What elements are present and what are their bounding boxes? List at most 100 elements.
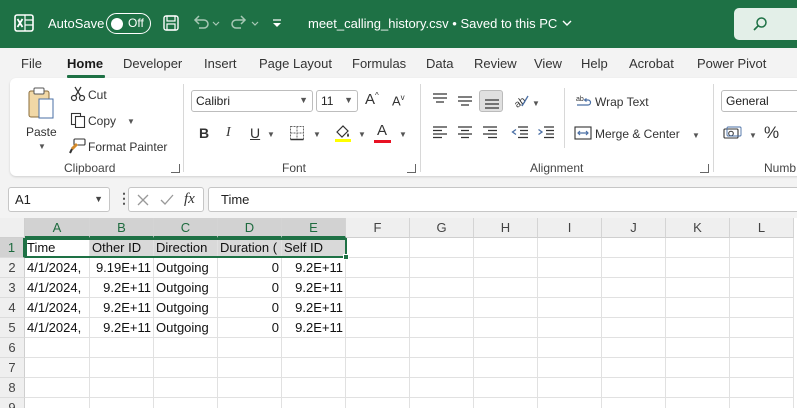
cell-c4[interactable]: Outgoing xyxy=(154,298,218,318)
cell-g1[interactable] xyxy=(410,238,474,258)
align-right-icon[interactable] xyxy=(482,126,498,139)
number-format-select[interactable]: General xyxy=(721,90,797,112)
cell-f4[interactable] xyxy=(346,298,410,318)
cell-e9[interactable] xyxy=(282,398,346,408)
save-icon[interactable] xyxy=(160,12,182,34)
cell-f8[interactable] xyxy=(346,378,410,398)
align-left-icon[interactable] xyxy=(432,126,448,139)
format-painter-label[interactable]: Format Painter xyxy=(88,140,167,154)
cell-e6[interactable] xyxy=(282,338,346,358)
cell-a7[interactable] xyxy=(25,358,90,378)
tab-developer[interactable]: Developer xyxy=(123,56,182,71)
cell-a9[interactable] xyxy=(25,398,90,408)
cell-h7[interactable] xyxy=(474,358,538,378)
cell-f6[interactable] xyxy=(346,338,410,358)
percent-button[interactable]: % xyxy=(764,123,779,143)
undo-dropdown-icon[interactable] xyxy=(210,12,222,34)
tab-help[interactable]: Help xyxy=(581,56,608,71)
column-header-l[interactable]: L xyxy=(730,218,794,238)
format-painter-icon[interactable] xyxy=(68,138,86,154)
cell-g3[interactable] xyxy=(410,278,474,298)
cell-c2[interactable]: Outgoing xyxy=(154,258,218,278)
cell-k9[interactable] xyxy=(666,398,730,408)
alignment-launcher-icon[interactable] xyxy=(700,164,709,173)
font-name-select[interactable]: Calibri ▼ xyxy=(191,90,313,112)
borders-icon[interactable] xyxy=(289,125,305,141)
cell-b8[interactable] xyxy=(90,378,154,398)
cell-c3[interactable]: Outgoing xyxy=(154,278,218,298)
cell-a4[interactable]: 4/1/2024, xyxy=(25,298,90,318)
column-header-b[interactable]: B xyxy=(90,218,154,238)
cell-l9[interactable] xyxy=(730,398,794,408)
cell-k4[interactable] xyxy=(666,298,730,318)
cell-g4[interactable] xyxy=(410,298,474,318)
cell-k3[interactable] xyxy=(666,278,730,298)
decrease-font-size-icon[interactable]: Av xyxy=(392,93,405,108)
document-title[interactable]: meet_calling_history.csv • Saved to this… xyxy=(308,16,573,31)
cell-g5[interactable] xyxy=(410,318,474,338)
align-center-icon[interactable] xyxy=(457,126,473,139)
cell-j8[interactable] xyxy=(602,378,666,398)
column-header-g[interactable]: G xyxy=(410,218,474,238)
cell-k6[interactable] xyxy=(666,338,730,358)
row-header-8[interactable]: 8 xyxy=(0,378,25,398)
cell-c5[interactable]: Outgoing xyxy=(154,318,218,338)
cell-d5[interactable]: 0 xyxy=(218,318,282,338)
tab-page-layout[interactable]: Page Layout xyxy=(259,56,332,71)
cell-j7[interactable] xyxy=(602,358,666,378)
row-header-4[interactable]: 4 xyxy=(0,298,25,318)
cell-b7[interactable] xyxy=(90,358,154,378)
cell-i6[interactable] xyxy=(538,338,602,358)
customize-toolbar-icon[interactable] xyxy=(270,12,284,34)
column-header-k[interactable]: K xyxy=(666,218,730,238)
cell-f5[interactable] xyxy=(346,318,410,338)
cell-j2[interactable] xyxy=(602,258,666,278)
cell-i8[interactable] xyxy=(538,378,602,398)
align-top-icon[interactable] xyxy=(432,93,448,105)
cell-e5[interactable]: 9.2E+11 xyxy=(282,318,346,338)
cell-d2[interactable]: 0 xyxy=(218,258,282,278)
tab-file[interactable]: File xyxy=(21,56,42,71)
tab-review[interactable]: Review xyxy=(474,56,517,71)
column-header-c[interactable]: C xyxy=(154,218,218,238)
cell-d7[interactable] xyxy=(218,358,282,378)
fill-color-icon[interactable] xyxy=(334,123,352,143)
cell-i9[interactable] xyxy=(538,398,602,408)
font-size-select[interactable]: 11 ▼ xyxy=(316,90,358,112)
cut-label[interactable]: Cut xyxy=(88,88,107,102)
cell-j9[interactable] xyxy=(602,398,666,408)
column-header-e[interactable]: E xyxy=(282,218,346,238)
wrap-text-icon[interactable]: ab xyxy=(576,94,592,108)
cell-l3[interactable] xyxy=(730,278,794,298)
enter-icon[interactable] xyxy=(160,194,174,206)
select-all-button[interactable] xyxy=(0,218,25,238)
cell-g7[interactable] xyxy=(410,358,474,378)
undo-icon[interactable] xyxy=(190,12,212,34)
tab-view[interactable]: View xyxy=(534,56,562,71)
cell-d8[interactable] xyxy=(218,378,282,398)
spreadsheet-grid[interactable]: ABCDEFGHIJKL 123456789 Time Other ID Direc… xyxy=(0,218,797,408)
cell-f1[interactable] xyxy=(346,238,410,258)
cell-h1[interactable] xyxy=(474,238,538,258)
column-header-f[interactable]: F xyxy=(346,218,410,238)
orientation-dropdown-icon[interactable]: ▼ xyxy=(532,99,540,108)
font-color-button[interactable]: A xyxy=(377,122,387,139)
tab-data[interactable]: Data xyxy=(426,56,453,71)
cell-e3[interactable]: 9.2E+11 xyxy=(282,278,346,298)
cell-g6[interactable] xyxy=(410,338,474,358)
cell-d1[interactable]: Duration ( xyxy=(218,238,282,258)
cell-b4[interactable]: 9.2E+11 xyxy=(90,298,154,318)
cell-j5[interactable] xyxy=(602,318,666,338)
accounting-dropdown-icon[interactable]: ▼ xyxy=(749,131,757,140)
cell-l4[interactable] xyxy=(730,298,794,318)
decrease-indent-icon[interactable] xyxy=(511,126,529,139)
row-header-6[interactable]: 6 xyxy=(0,338,25,358)
copy-dropdown-icon[interactable]: ▼ xyxy=(127,117,135,126)
cell-h3[interactable] xyxy=(474,278,538,298)
row-header-3[interactable]: 3 xyxy=(0,278,25,298)
cell-j4[interactable] xyxy=(602,298,666,318)
cell-d4[interactable]: 0 xyxy=(218,298,282,318)
cell-k5[interactable] xyxy=(666,318,730,338)
bold-button[interactable]: B xyxy=(199,125,209,141)
cell-a6[interactable] xyxy=(25,338,90,358)
